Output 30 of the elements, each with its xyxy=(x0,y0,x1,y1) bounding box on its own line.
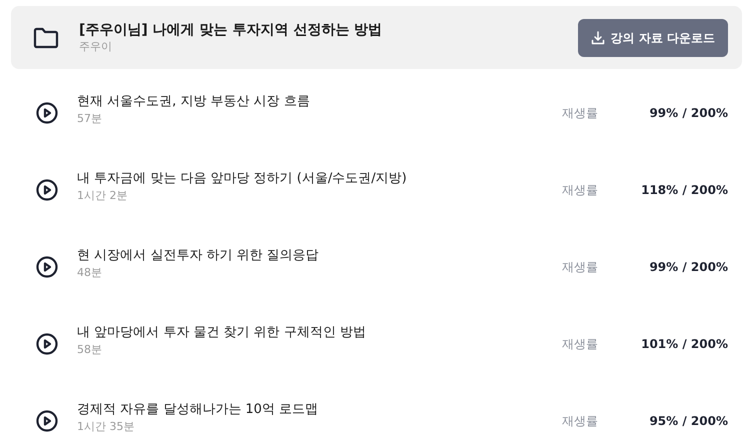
download-icon xyxy=(590,30,605,44)
course-title: [주우이님] 나에게 맞는 투자지역 선정하는 방법 xyxy=(79,20,382,38)
progress-value: 95% / 200% xyxy=(648,412,728,430)
play-icon[interactable] xyxy=(36,410,58,432)
progress-value: 99% / 200% xyxy=(648,258,728,276)
lecture-title[interactable]: 경제적 자유를 달성해나가는 10억 로드맵 xyxy=(77,400,318,418)
course-author: 주우이 xyxy=(79,38,113,54)
download-button[interactable]: 강의 자료 다운로드 xyxy=(578,18,728,56)
lecture-title[interactable]: 내 앞마당에서 투자 물건 찾기 위한 구체적인 방법 xyxy=(77,324,366,342)
lecture-duration: 1시간 2분 xyxy=(77,188,128,204)
lecture-title[interactable]: 현재 서울수도권, 지방 부동산 시장 흐름 xyxy=(77,92,310,110)
play-icon[interactable] xyxy=(36,256,58,278)
lecture-title[interactable]: 현 시장에서 실전투자 하기 위한 질의응답 xyxy=(77,246,319,264)
progress-value: 101% / 200% xyxy=(640,336,728,352)
progress-label: 재생률 xyxy=(562,104,598,122)
play-icon[interactable] xyxy=(36,332,58,354)
lecture-duration: 58분 xyxy=(77,342,103,358)
lecture-title[interactable]: 내 투자금에 맞는 다음 앞마당 정하기 (서울/수도권/지방) xyxy=(77,170,407,188)
progress-label: 재생률 xyxy=(562,336,598,352)
progress-value: 99% / 200% xyxy=(648,104,728,122)
folder-icon xyxy=(33,26,59,48)
play-icon[interactable] xyxy=(36,102,58,124)
lecture-duration: 57분 xyxy=(77,110,103,126)
lecture-duration: 1시간 35분 xyxy=(77,418,136,434)
progress-label: 재생률 xyxy=(562,182,598,198)
lecture-duration: 48분 xyxy=(77,264,103,280)
progress-label: 재생률 xyxy=(562,258,598,276)
play-icon[interactable] xyxy=(36,178,58,200)
progress-value: 118% / 200% xyxy=(640,182,728,198)
progress-label: 재생률 xyxy=(562,412,598,430)
